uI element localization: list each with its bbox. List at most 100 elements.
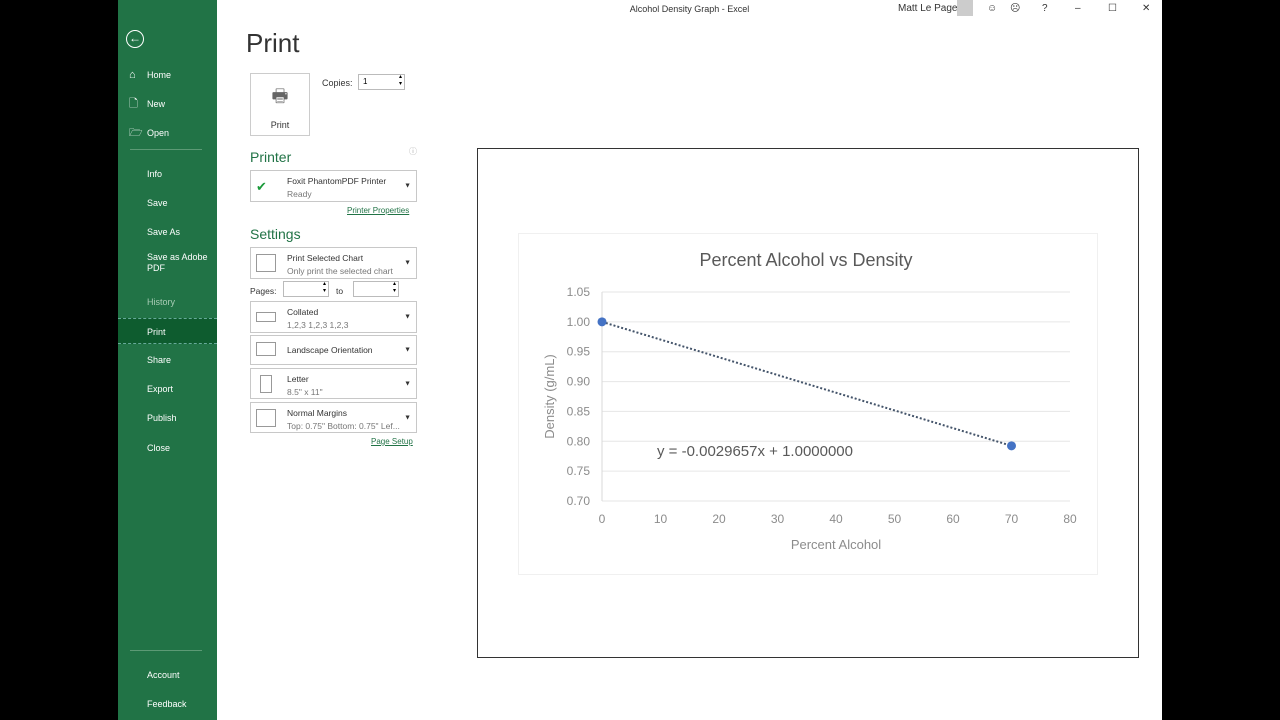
data-point xyxy=(1007,441,1016,451)
trendline xyxy=(601,320,1012,447)
sidebar-item-label: Save xyxy=(147,198,168,208)
setting-subtitle: Only print the selected chart xyxy=(287,266,393,276)
sidebar-item-save[interactable]: Save xyxy=(118,190,217,216)
printer-icon: 🖶 xyxy=(271,86,289,106)
y-tick-label: 0.95 xyxy=(567,345,591,359)
sidebar-item-label: Share xyxy=(147,355,172,365)
trendline-equation: y = -0.0029657x + 1.0000000 xyxy=(657,443,853,460)
chart-title: Percent Alcohol vs Density xyxy=(699,250,912,270)
back-arrow-icon[interactable]: ← xyxy=(126,30,144,48)
y-axis-title: Density (g/mL) xyxy=(542,354,557,439)
y-tick-label: 1.05 xyxy=(567,285,591,299)
data-point xyxy=(597,317,607,327)
copies-label: Copies: xyxy=(322,78,353,88)
close-icon[interactable]: ✕ xyxy=(1142,3,1150,14)
y-tick-label: 1.00 xyxy=(567,315,591,329)
divider xyxy=(130,149,202,150)
maximize-icon[interactable]: ☐ xyxy=(1108,3,1117,14)
y-tick-label: 0.85 xyxy=(567,404,591,418)
setting-title: Letter xyxy=(287,374,309,384)
page-icon xyxy=(260,375,272,393)
chart: Percent Alcohol vs Density 0.70 0.75 0.80 0.… xyxy=(518,233,1098,575)
to-label: to xyxy=(336,286,344,296)
x-tick-label: 60 xyxy=(946,512,960,526)
sidebar-item-share[interactable]: Share xyxy=(118,347,217,373)
setting-title: Normal Margins xyxy=(287,408,347,418)
sidebar-item-export[interactable]: Export xyxy=(118,376,217,402)
sidebar-item-home[interactable]: ⌂ Home xyxy=(118,62,217,88)
info-icon[interactable]: ⓘ xyxy=(409,146,417,157)
sidebar-item-label: Publish xyxy=(147,413,177,423)
pages-from-input[interactable] xyxy=(283,281,329,297)
paper-size-dropdown[interactable]: Letter 8.5" x 11" ▼ xyxy=(250,368,417,399)
orientation-dropdown[interactable]: Landscape Orientation ▼ xyxy=(250,335,417,365)
sidebar-item-print[interactable]: Print xyxy=(118,318,217,344)
print-preview-page: Percent Alcohol vs Density 0.70 0.75 0.80 0.… xyxy=(477,148,1139,658)
sidebar-item-account[interactable]: Account xyxy=(118,662,217,688)
page-setup-link[interactable]: Page Setup xyxy=(371,437,413,446)
chevron-down-icon: ▼ xyxy=(404,313,411,321)
sidebar-item-save-as-adobe-pdf[interactable]: Save as Adobe PDF xyxy=(118,250,217,276)
frown-icon[interactable]: ☹ xyxy=(1010,3,1020,14)
setting-subtitle: 8.5" x 11" xyxy=(287,387,323,397)
sidebar-item-close[interactable]: Close xyxy=(118,435,217,461)
copies-input[interactable]: 1 xyxy=(358,74,405,90)
excel-window: ← ⌂ Home 🗋 New 🗁 Open Info Save Save As Save as A… xyxy=(118,0,1162,720)
printer-status: Ready xyxy=(287,189,312,199)
sidebar-item-label: New xyxy=(147,99,166,109)
y-tick-label: 0.75 xyxy=(567,464,591,478)
setting-title: Landscape Orientation xyxy=(287,345,373,355)
open-icon: 🗁 xyxy=(129,127,143,139)
sidebar-item-label: History xyxy=(147,297,176,307)
y-tick-label: 0.90 xyxy=(567,375,591,389)
sidebar-item-history[interactable]: History xyxy=(118,289,217,315)
x-tick-label: 0 xyxy=(599,512,606,526)
printer-dropdown[interactable]: ✔ Foxit PhantomPDF Printer Ready ▼ xyxy=(250,170,417,202)
sidebar-item-new[interactable]: 🗋 New xyxy=(118,91,217,117)
title-bar: Alcohol Density Graph - Excel Matt Le Pa… xyxy=(217,0,1162,18)
sidebar-item-label: Save As xyxy=(147,227,181,237)
chevron-down-icon: ▼ xyxy=(404,414,411,421)
sidebar-item-label: Home xyxy=(147,70,172,80)
pages-to-input[interactable] xyxy=(353,281,399,297)
avatar[interactable] xyxy=(957,0,973,16)
user-name[interactable]: Matt Le Page xyxy=(898,3,957,14)
printer-heading: Printer xyxy=(250,149,292,165)
sidebar-item-feedback[interactable]: Feedback xyxy=(118,691,217,717)
chevron-down-icon: ▼ xyxy=(404,380,411,387)
sidebar-item-label: Close xyxy=(147,443,171,453)
sidebar-item-save-as[interactable]: Save As xyxy=(118,219,217,245)
printer-ready-icon: ✔ xyxy=(256,179,267,194)
backstage-sidebar: ← ⌂ Home 🗋 New 🗁 Open Info Save Save As Save as A… xyxy=(118,0,217,720)
sidebar-item-info[interactable]: Info xyxy=(118,161,217,187)
sidebar-item-label: Print xyxy=(147,327,166,337)
x-tick-label: 10 xyxy=(654,512,668,526)
x-tick-label: 30 xyxy=(771,512,785,526)
home-icon: ⌂ xyxy=(129,69,136,81)
help-icon[interactable]: ? xyxy=(1042,3,1048,14)
x-tick-label: 80 xyxy=(1063,512,1077,526)
smile-icon[interactable]: ☺ xyxy=(987,3,997,14)
chart-svg: Percent Alcohol vs Density 0.70 0.75 0.80 0.… xyxy=(542,250,1077,552)
print-what-dropdown[interactable]: Print Selected Chart Only print the sele… xyxy=(250,247,417,279)
x-tick-label: 50 xyxy=(888,512,902,526)
x-tick-label: 20 xyxy=(712,512,726,526)
settings-heading: Settings xyxy=(250,226,301,242)
minimize-icon[interactable]: – xyxy=(1075,3,1081,14)
printer-name: Foxit PhantomPDF Printer xyxy=(287,176,387,186)
x-axis-title: Percent Alcohol xyxy=(791,537,881,552)
collation-dropdown[interactable]: Collated 1,2,3 1,2,3 1,2,3 ▼ xyxy=(250,301,417,333)
pages-label: Pages: xyxy=(250,286,277,296)
sidebar-item-label: Account xyxy=(147,670,180,680)
x-tick-label: 70 xyxy=(1005,512,1019,526)
printer-properties-link[interactable]: Printer Properties xyxy=(347,206,409,215)
sidebar-item-open[interactable]: 🗁 Open xyxy=(118,120,217,146)
print-button[interactable]: 🖶 Print xyxy=(250,73,310,136)
sidebar-item-label: Info xyxy=(147,169,163,179)
margins-icon xyxy=(256,409,276,427)
sidebar-item-publish[interactable]: Publish xyxy=(118,405,217,431)
new-icon: 🗋 xyxy=(129,98,138,110)
page-title: Print xyxy=(246,28,300,58)
setting-title: Print Selected Chart xyxy=(287,253,364,263)
margins-dropdown[interactable]: Normal Margins Top: 0.75" Bottom: 0.75" … xyxy=(250,402,417,433)
